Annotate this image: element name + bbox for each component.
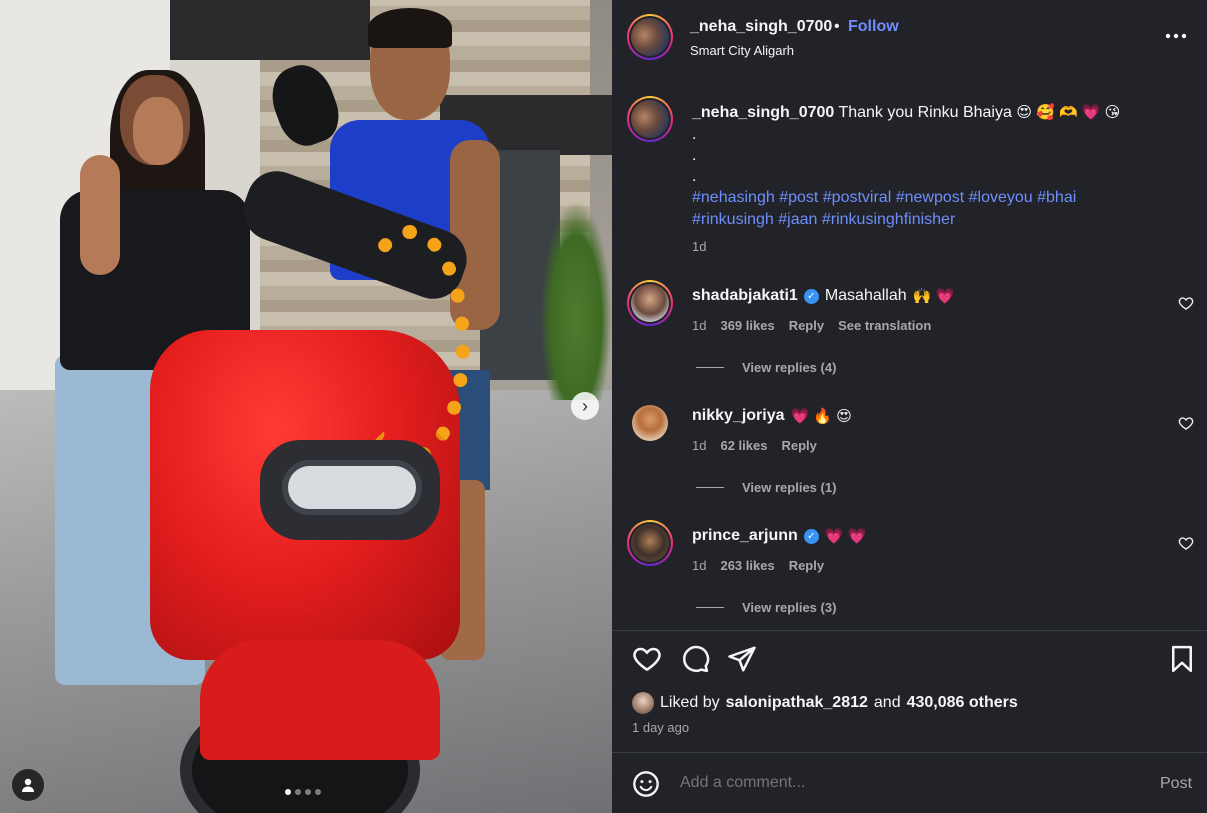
comment-like-heart-icon[interactable] (1178, 415, 1194, 431)
header-separator: • (834, 18, 840, 35)
add-comment-bar: Post (612, 760, 1207, 810)
liker-username[interactable]: salonipathak_2812 (726, 694, 868, 712)
view-replies-label[interactable]: View replies (1) (742, 480, 836, 495)
post-actions-bar (612, 640, 1207, 680)
comment-text: Masahallah (824, 287, 907, 304)
view-replies-button[interactable]: View replies (3) (696, 600, 836, 615)
commenter-avatar[interactable] (627, 280, 673, 326)
replies-divider-line (696, 487, 724, 488)
commenter-username[interactable]: nikky_joriya (692, 407, 785, 425)
post-location[interactable]: Smart City Aligarh (690, 43, 794, 58)
verified-badge-icon: ✓ (803, 288, 819, 304)
comment-emojis: 💗 💗 (824, 528, 867, 545)
comment-reply-button[interactable]: Reply (789, 318, 824, 333)
more-horizontal-icon (1165, 33, 1187, 39)
liker-avatar[interactable] (632, 692, 654, 714)
comment-like-heart-icon[interactable] (1178, 535, 1194, 551)
person-icon (22, 778, 34, 792)
caption-dot: . (692, 126, 697, 143)
other-likers-count[interactable]: 430,086 others (907, 694, 1018, 712)
carousel-indicator (285, 789, 321, 795)
carousel-dot (305, 789, 311, 795)
view-replies-label[interactable]: View replies (3) (742, 600, 836, 615)
comment-likes[interactable]: 62 likes (720, 438, 767, 453)
replies-divider-line (696, 367, 724, 368)
caption-body: Thank you Rinku Bhaiya (838, 104, 1012, 121)
carousel-next-button[interactable]: › (571, 392, 599, 420)
author-username[interactable]: _neha_singh_0700 (690, 18, 832, 36)
emoji-picker-icon[interactable] (632, 770, 660, 798)
post-side-panel: _neha_singh_0700 • Follow Smart City Ali… (612, 0, 1207, 813)
caption-time[interactable]: 1d (692, 239, 706, 254)
comment-item: nikky_joriya 💗 🔥 😍 1d 62 likes Reply Vie… (612, 400, 1207, 510)
comment-like-heart-icon[interactable] (1178, 295, 1194, 311)
caption-text: _neha_singh_0700 Thank you Rinku Bhaiya … (692, 102, 1152, 231)
tagged-users-button[interactable] (12, 769, 44, 801)
more-options-button[interactable] (1165, 22, 1187, 42)
comment-emojis: 💗 🔥 😍 (790, 408, 852, 425)
comment-reply-button[interactable]: Reply (781, 438, 816, 453)
caption-username[interactable]: _neha_singh_0700 (692, 104, 834, 121)
follow-button[interactable]: Follow (848, 18, 899, 36)
carousel-dot (285, 789, 291, 795)
see-translation-button[interactable]: See translation (838, 318, 931, 333)
comment-item: prince_arjunn ✓ 💗 💗 1d 263 likes Reply V… (612, 520, 1207, 630)
post-comment-button[interactable]: Post (1160, 775, 1192, 793)
view-replies-button[interactable]: View replies (1) (696, 480, 836, 495)
post-photo[interactable]: › (0, 0, 612, 813)
actions-divider (612, 630, 1207, 631)
liked-by-label: Liked by (660, 694, 720, 711)
author-avatar[interactable] (627, 14, 673, 60)
view-replies-label[interactable]: View replies (4) (742, 360, 836, 375)
carousel-dot (295, 789, 301, 795)
post-header: _neha_singh_0700 • Follow Smart City Ali… (612, 0, 1207, 70)
replies-divider-line (696, 607, 724, 608)
comment-item: shadabjakati1 ✓ Masahallah 🙌 💗 1d 369 li… (612, 280, 1207, 390)
caption-emojis: 😍 🥰 🫶 💗 😘 (1016, 104, 1121, 121)
likes-summary: Liked by salonipathak_2812 and 430,086 o… (632, 692, 1018, 714)
commenter-username[interactable]: shadabjakati1 (692, 287, 798, 305)
view-replies-button[interactable]: View replies (4) (696, 360, 836, 375)
post-time[interactable]: 1 day ago (632, 720, 689, 735)
comment-input[interactable] (680, 774, 1100, 792)
photo-scooter-fender (200, 640, 440, 760)
photo-scooter-headlight (282, 460, 422, 515)
comment-likes[interactable]: 263 likes (720, 558, 774, 573)
comment-emojis: 🙌 💗 (912, 288, 955, 305)
commenter-avatar[interactable] (632, 405, 668, 441)
like-heart-icon[interactable] (632, 644, 662, 674)
comment-likes[interactable]: 369 likes (720, 318, 774, 333)
verified-badge-icon: ✓ (803, 528, 819, 544)
liked-and-label: and (873, 694, 901, 711)
commenter-avatar[interactable] (627, 520, 673, 566)
share-paper-plane-icon[interactable] (727, 644, 757, 674)
caption-dot: . (692, 168, 697, 185)
save-bookmark-icon[interactable] (1167, 644, 1197, 674)
caption-author-avatar[interactable] (627, 96, 673, 142)
comment-bubble-icon[interactable] (680, 644, 710, 674)
comment-time[interactable]: 1d (692, 318, 706, 333)
photo-flower-garland (350, 225, 470, 465)
caption-dot: . (692, 147, 697, 164)
photo-bg-plant (540, 200, 612, 400)
comment-bar-divider (612, 752, 1207, 753)
caption-hashtags[interactable]: #nehasingh #post #postviral #newpost #lo… (692, 189, 1076, 228)
comment-time[interactable]: 1d (692, 558, 706, 573)
commenter-username[interactable]: prince_arjunn (692, 527, 798, 545)
comment-reply-button[interactable]: Reply (789, 558, 824, 573)
carousel-dot (315, 789, 321, 795)
comment-time[interactable]: 1d (692, 438, 706, 453)
